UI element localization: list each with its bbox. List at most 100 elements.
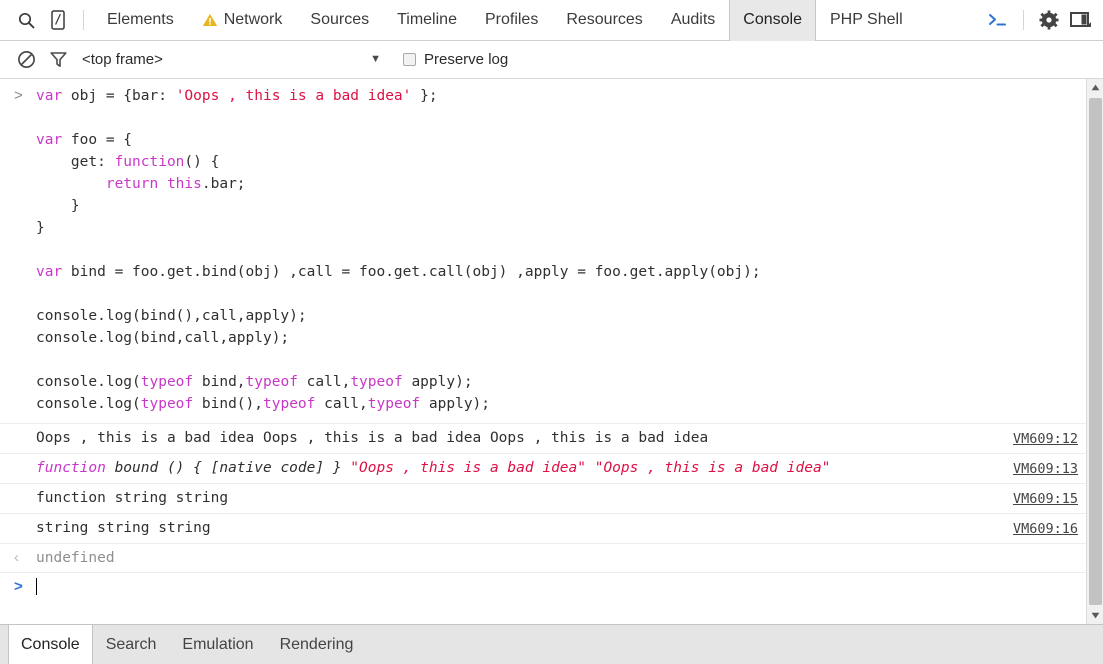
console-output-text: Oops , this is a bad idea Oops , this is… <box>36 427 999 449</box>
source-location-link[interactable]: VM609:15 <box>1013 487 1078 510</box>
tab-label: Console <box>743 11 802 28</box>
code-text: foo = { <box>70 132 133 148</box>
code-line: } <box>0 217 1086 239</box>
scroll-down-button[interactable] <box>1086 607 1103 624</box>
code-text: call, <box>315 396 368 412</box>
console-body: > var obj = {bar: 'Oops , this is a bad i… <box>0 79 1103 624</box>
result-value: undefined <box>36 550 115 566</box>
console-output-row: function string string VM609:15 <box>0 483 1086 513</box>
preserve-log-toggle[interactable]: Preserve log <box>403 51 508 68</box>
code-text: call, <box>297 374 351 390</box>
code-string: "Oops , this is a bad idea" "Oops , this… <box>350 460 831 476</box>
source-location-link[interactable]: VM609:16 <box>1013 517 1078 540</box>
scroll-up-button[interactable] <box>1086 79 1103 96</box>
device-mode-icon[interactable] <box>42 5 74 35</box>
tab-label: Elements <box>107 11 174 28</box>
tab-label: PHP Shell <box>829 11 903 28</box>
code-text: bind = foo.get.bind(obj) ,call = foo.get… <box>70 264 761 280</box>
toolbar-divider-right <box>1023 10 1024 30</box>
tab-label: Resources <box>566 11 643 28</box>
console-scrollbar[interactable] <box>1086 79 1103 624</box>
drawer-tab-search[interactable]: Search <box>93 625 170 664</box>
code-keyword: var <box>36 132 71 148</box>
code-text: console.log(bind(),call,apply); <box>36 308 307 324</box>
tab-php-shell[interactable]: PHP Shell <box>816 0 917 41</box>
toolbar-divider-left <box>83 10 84 30</box>
search-icon[interactable] <box>10 5 42 35</box>
console-prompt-row[interactable]: > <box>0 572 1086 603</box>
console-result-row: ‹ undefined <box>0 543 1086 572</box>
result-chevron-icon: ‹ <box>14 549 19 566</box>
code-line: var bind = foo.get.bind(obj) ,call = foo… <box>0 261 1086 283</box>
code-text: console.log( <box>36 396 141 412</box>
code-text: apply); <box>402 374 473 390</box>
code-text: bound () { [native code] } <box>114 460 351 476</box>
code-text: bind(), <box>193 396 263 412</box>
tab-label: Audits <box>670 11 716 28</box>
tab-resources[interactable]: Resources <box>552 0 656 41</box>
console-messages[interactable]: > var obj = {bar: 'Oops , this is a bad i… <box>0 79 1086 624</box>
console-input-echo: > var obj = {bar: 'Oops , this is a bad i… <box>0 79 1086 423</box>
clear-console-icon[interactable] <box>10 46 42 74</box>
filter-icon[interactable] <box>42 46 74 74</box>
code-text: console.log( <box>36 374 141 390</box>
preserve-log-checkbox[interactable] <box>403 53 416 66</box>
tab-label: Sources <box>310 11 370 28</box>
tab-profiles[interactable]: Profiles <box>471 0 552 41</box>
console-output-row: Oops , this is a bad idea Oops , this is… <box>0 423 1086 453</box>
drawer-tab-emulation[interactable]: Emulation <box>169 625 266 664</box>
scrollbar-thumb[interactable] <box>1088 98 1102 605</box>
source-location-link[interactable]: VM609:12 <box>1013 427 1078 450</box>
code-line: > var obj = {bar: 'Oops , this is a bad i… <box>0 85 1086 107</box>
drawer-tab-rendering[interactable]: Rendering <box>267 625 367 664</box>
prompt-chevron-icon: > <box>14 578 23 595</box>
text-cursor <box>36 578 37 595</box>
code-keyword: this <box>166 176 202 192</box>
console-drawer-icon[interactable] <box>982 5 1014 35</box>
console-output-text: function bound () { [native code] } "Oop… <box>36 457 999 479</box>
code-text: () { <box>184 154 220 170</box>
code-text: } <box>36 198 80 214</box>
code-text: console.log(bind,call,apply); <box>36 330 290 346</box>
code-line: } <box>0 195 1086 217</box>
code-text: .bar; <box>201 176 246 192</box>
console-output-row: function bound () { [native code] } "Oop… <box>0 453 1086 483</box>
tab-sources[interactable]: Sources <box>296 0 383 41</box>
code-keyword: typeof <box>350 374 403 390</box>
gear-icon[interactable] <box>1033 5 1065 35</box>
tab-label: Network <box>223 11 283 28</box>
tab-console[interactable]: Console <box>729 0 816 41</box>
code-text: apply); <box>420 396 491 412</box>
tab-audits[interactable]: Audits <box>657 0 729 41</box>
code-string: 'Oops , this is a bad idea' <box>175 88 412 104</box>
code-line: console.log(typeof bind(),typeof call,ty… <box>0 393 1086 415</box>
console-output-text: string string string <box>36 517 999 539</box>
console-output-row: string string string VM609:16 <box>0 513 1086 543</box>
code-text: }; <box>411 88 438 104</box>
console-filter-bar: <top frame> ▼ Preserve log <box>0 41 1103 79</box>
preserve-log-label: Preserve log <box>424 51 509 68</box>
code-line: return this.bar; <box>0 173 1086 195</box>
source-location-link[interactable]: VM609:13 <box>1013 457 1078 480</box>
drawer-tab-console[interactable]: Console <box>8 625 93 664</box>
tab-timeline[interactable]: Timeline <box>383 0 471 41</box>
prompt-chevron-icon: > <box>14 87 23 104</box>
tab-network[interactable]: Network <box>188 0 297 41</box>
drawer-tab-label: Emulation <box>182 635 254 653</box>
code-line: get: function() { <box>0 151 1086 173</box>
code-text: obj = {bar: <box>70 88 176 104</box>
code-keyword: typeof <box>367 396 421 412</box>
tab-elements[interactable]: Elements <box>93 0 188 41</box>
code-line: console.log(typeof bind,typeof call,type… <box>0 371 1086 393</box>
code-keyword: function <box>114 154 185 170</box>
drawer-tab-bar: Console Search Emulation Rendering <box>0 624 1103 664</box>
toolbar-right-controls <box>982 5 1097 35</box>
code-text: string string string <box>36 520 211 536</box>
dock-panel-icon[interactable] <box>1065 5 1097 35</box>
scrollbar-track[interactable] <box>1087 96 1103 607</box>
execution-context-selector[interactable]: <top frame> ▼ <box>82 47 387 73</box>
code-text: } <box>36 220 45 236</box>
